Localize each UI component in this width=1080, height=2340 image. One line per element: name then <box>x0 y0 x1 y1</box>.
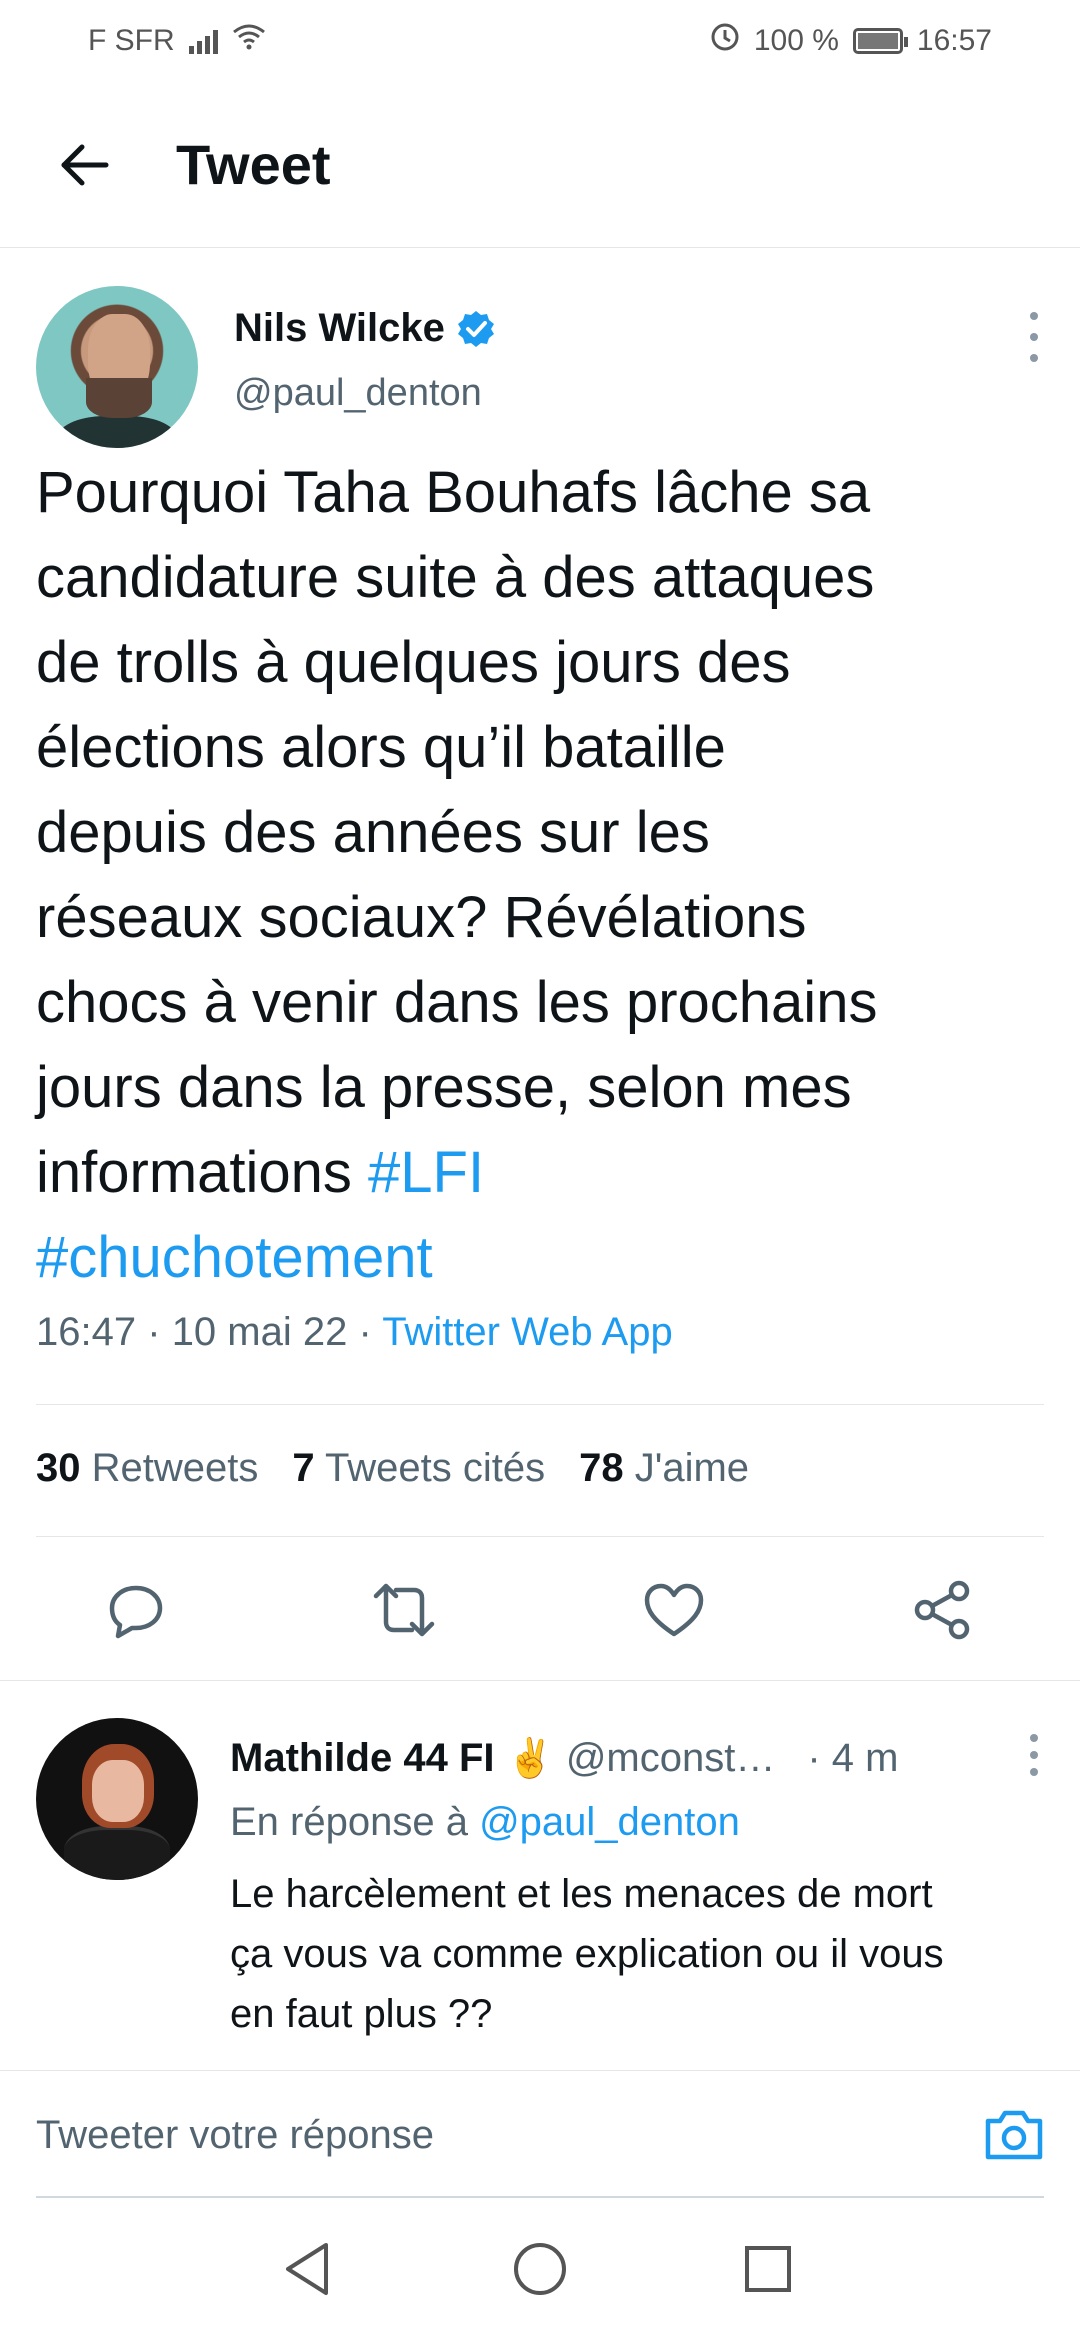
tweet-line: Pourquoi Taha Bouhafs lâche sa <box>36 460 871 525</box>
battery-percent: 100 % <box>753 24 839 57</box>
retweet-icon <box>373 1583 435 1637</box>
tweet-time: 16:47 <box>36 1310 137 1354</box>
likes-stat[interactable]: 78 J'aime <box>579 1446 749 1491</box>
share-icon <box>914 1580 970 1640</box>
tweet-date: 10 mai 22 <box>171 1310 348 1354</box>
retweets-label: Retweets <box>91 1446 259 1490</box>
author-name-row[interactable]: Nils Wilcke <box>234 306 497 351</box>
reply-author-name[interactable]: Mathilde 44 FI <box>230 1736 495 1781</box>
tweet-line: élections alors qu’il bataille <box>36 715 726 780</box>
tweet-source-link[interactable]: Twitter Web App <box>382 1310 673 1354</box>
arrow-left-icon <box>61 144 109 185</box>
quotes-count: 7 <box>292 1446 315 1490</box>
avatar[interactable] <box>36 286 198 448</box>
share-button[interactable] <box>906 1574 978 1646</box>
reply-button[interactable] <box>100 1574 172 1646</box>
quotes-stat[interactable]: 7 Tweets cités <box>292 1446 545 1491</box>
reply-avatar[interactable] <box>36 1718 198 1880</box>
retweet-button[interactable] <box>368 1574 440 1646</box>
divider <box>0 1680 1080 1681</box>
status-left: F SFR <box>88 23 266 59</box>
status-bar: F SFR 100 % 16:57 <box>0 0 1080 82</box>
tweet-actions <box>0 1550 1080 1668</box>
verified-badge-icon <box>455 308 497 350</box>
reply-to-mention-link[interactable]: @paul_denton <box>479 1800 740 1844</box>
reply-line: en faut plus ?? <box>230 1992 493 2036</box>
page-title: Tweet <box>176 133 331 196</box>
separator: · <box>147 1310 161 1354</box>
likes-count: 78 <box>579 1446 624 1490</box>
recents-square-icon <box>745 2246 791 2292</box>
battery-icon <box>852 28 908 54</box>
author-handle[interactable]: @paul_denton <box>234 372 482 415</box>
like-icon <box>644 1583 704 1637</box>
more-options-icon[interactable] <box>1024 312 1044 362</box>
signal-icon <box>188 28 218 54</box>
app-header: Tweet <box>0 82 1080 248</box>
system-nav-bar <box>0 2198 1080 2340</box>
nav-home-button[interactable] <box>505 2234 575 2304</box>
tweet-meta: 16:47 · 10 mai 22 · Twitter Web App <box>36 1310 673 1355</box>
tweet-line: chocs à venir dans les prochains <box>36 970 878 1035</box>
like-button[interactable] <box>638 1574 710 1646</box>
nav-back-button[interactable] <box>272 2234 342 2304</box>
retweets-count: 30 <box>36 1446 81 1490</box>
home-circle-icon <box>514 2243 566 2295</box>
tweet-line-text: informations <box>36 1140 369 1205</box>
separator: · <box>358 1310 372 1354</box>
tweet-text: Pourquoi Taha Bouhafs lâche sa candidatu… <box>36 450 1046 1300</box>
wifi-icon <box>232 23 266 59</box>
tweet-line: informations #LFI <box>36 1130 1046 1215</box>
reply-text: Le harcèlement et les menaces de mort ça… <box>230 1864 1050 2044</box>
back-triangle-icon <box>286 2243 328 2295</box>
quotes-label: Tweets cités <box>325 1446 546 1490</box>
author-name: Nils Wilcke <box>234 306 445 350</box>
reply-tweet[interactable]: Mathilde 44 FI ✌️ @mconst… · 4 m En répo… <box>0 1682 1080 2036</box>
tweet-line: depuis des années sur les <box>36 800 710 865</box>
reply-header: Mathilde 44 FI ✌️ @mconst… · 4 m <box>230 1736 898 1781</box>
reply-more-options-icon[interactable] <box>1024 1734 1044 1776</box>
back-button[interactable] <box>44 125 124 205</box>
retweets-stat[interactable]: 30 Retweets <box>36 1446 258 1491</box>
reply-line: Le harcèlement et les menaces de mort <box>230 1872 933 1916</box>
tweet-line: candidature suite à des attaques <box>36 545 875 610</box>
reply-context: En réponse à @paul_denton <box>230 1800 740 1845</box>
divider <box>36 1536 1044 1537</box>
hashtag-link[interactable]: #chuchotement <box>36 1225 433 1290</box>
hashtag-link[interactable]: #LFI <box>368 1140 484 1205</box>
tweet-line: jours dans la presse, selon mes <box>36 1055 852 1120</box>
victory-hand-emoji-icon: ✌️ <box>506 1737 554 1780</box>
tweet-line: réseaux sociaux? Révélations <box>36 885 807 950</box>
camera-button[interactable] <box>978 2099 1050 2171</box>
nav-recents-button[interactable] <box>733 2234 803 2304</box>
clock: 16:57 <box>916 24 992 57</box>
status-right: 100 % 16:57 <box>710 22 992 60</box>
likes-label: J'aime <box>634 1446 750 1490</box>
tweet-stats: 30 Retweets 7 Tweets cités 78 J'aime <box>36 1446 749 1491</box>
reply-author-handle[interactable]: @mconst… <box>566 1736 776 1781</box>
divider <box>36 1404 1044 1405</box>
camera-icon <box>985 2110 1043 2160</box>
reply-time: · 4 m <box>807 1736 899 1780</box>
tweet-line: de trolls à quelques jours des <box>36 630 791 695</box>
compose-bar <box>0 2070 1080 2198</box>
data-saver-icon <box>710 22 740 60</box>
reply-input[interactable] <box>36 2105 936 2165</box>
reply-to-prefix: En réponse à <box>230 1800 480 1844</box>
reply-icon <box>109 1585 163 1639</box>
tweet-line: #chuchotement <box>36 1215 1046 1300</box>
reply-line: ça vous va comme explication ou il vous <box>230 1932 944 1976</box>
carrier-label: F SFR <box>88 24 175 57</box>
